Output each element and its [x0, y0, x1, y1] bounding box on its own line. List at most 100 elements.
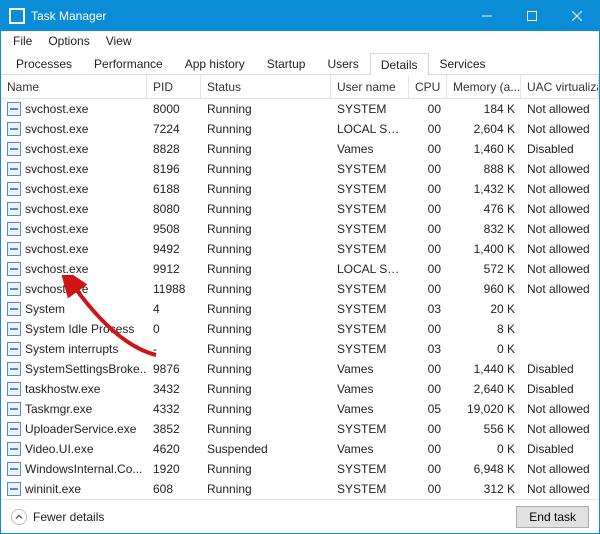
cell-uac: Not allowed: [521, 222, 599, 236]
col-pid[interactable]: PID: [147, 75, 201, 98]
table-row[interactable]: svchost.exe9492RunningSYSTEM001,400 KNot…: [1, 239, 599, 259]
cell-pid: 7224: [147, 122, 201, 136]
cell-uac: Disabled: [521, 382, 599, 396]
minimize-button[interactable]: [464, 1, 509, 31]
cell-pid: 9876: [147, 362, 201, 376]
table-row[interactable]: svchost.exe9912RunningLOCAL SE...00572 K…: [1, 259, 599, 279]
col-mem[interactable]: Memory (a...: [447, 75, 521, 98]
table-row[interactable]: System Idle Process0RunningSYSTEM008 K: [1, 319, 599, 339]
table-row[interactable]: wininit.exe608RunningSYSTEM00312 KNot al…: [1, 479, 599, 499]
cell-mem: 0 K: [447, 342, 521, 356]
table-row[interactable]: svchost.exe11988RunningSYSTEM00960 KNot …: [1, 279, 599, 299]
tab-users[interactable]: Users: [316, 52, 369, 74]
cell-name: svchost.exe: [25, 222, 88, 236]
cell-user: SYSTEM: [331, 322, 409, 336]
cell-pid: -: [147, 342, 201, 356]
col-cpu[interactable]: CPU: [409, 75, 447, 98]
table-row[interactable]: svchost.exe7224RunningLOCAL SE...002,604…: [1, 119, 599, 139]
tab-processes[interactable]: Processes: [5, 52, 83, 74]
grid-header: Name PID Status User name CPU Memory (a.…: [1, 75, 599, 99]
table-row[interactable]: WindowsInternal.Co...1920RunningSYSTEM00…: [1, 459, 599, 479]
cell-status: Running: [201, 282, 331, 296]
table-row[interactable]: svchost.exe9508RunningSYSTEM00832 KNot a…: [1, 219, 599, 239]
menu-file[interactable]: File: [5, 32, 40, 50]
table-row[interactable]: svchost.exe6188RunningSYSTEM001,432 KNot…: [1, 179, 599, 199]
process-icon: [7, 162, 21, 176]
maximize-button[interactable]: [509, 1, 554, 31]
cell-cpu: 05: [409, 402, 447, 416]
col-user[interactable]: User name: [331, 75, 409, 98]
cell-name: svchost.exe: [25, 262, 88, 276]
cell-cpu: 00: [409, 102, 447, 116]
table-row[interactable]: Taskmgr.exe4332RunningVames0519,020 KNot…: [1, 399, 599, 419]
menu-view[interactable]: View: [98, 32, 140, 50]
tab-services[interactable]: Services: [429, 52, 497, 74]
col-status[interactable]: Status: [201, 75, 331, 98]
cell-user: SYSTEM: [331, 462, 409, 476]
cell-name: svchost.exe: [25, 202, 88, 216]
cell-name: System Idle Process: [25, 322, 134, 336]
cell-status: Running: [201, 462, 331, 476]
cell-uac: Not allowed: [521, 102, 599, 116]
col-uac[interactable]: UAC virtualizat...: [521, 75, 599, 98]
cell-status: Running: [201, 482, 331, 496]
end-task-button[interactable]: End task: [516, 506, 589, 528]
cell-uac: Not allowed: [521, 182, 599, 196]
cell-user: Vames: [331, 362, 409, 376]
fewer-details-button[interactable]: Fewer details: [11, 509, 104, 525]
cell-uac: Not allowed: [521, 482, 599, 496]
cell-user: Vames: [331, 142, 409, 156]
process-icon: [7, 142, 21, 156]
close-button[interactable]: [554, 1, 599, 31]
window-controls: [464, 1, 599, 31]
table-row[interactable]: UploaderService.exe3852RunningSYSTEM0055…: [1, 419, 599, 439]
table-row[interactable]: taskhostw.exe3432RunningVames002,640 KDi…: [1, 379, 599, 399]
tab-startup[interactable]: Startup: [256, 52, 317, 74]
table-row[interactable]: SystemSettingsBroke...9876RunningVames00…: [1, 359, 599, 379]
cell-name: svchost.exe: [25, 142, 88, 156]
cell-pid: 0: [147, 322, 201, 336]
table-row[interactable]: Video.UI.exe4620SuspendedVames000 KDisab…: [1, 439, 599, 459]
fewer-details-label: Fewer details: [33, 510, 104, 524]
cell-uac: Not allowed: [521, 462, 599, 476]
table-row[interactable]: svchost.exe8080RunningSYSTEM00476 KNot a…: [1, 199, 599, 219]
cell-cpu: 00: [409, 242, 447, 256]
cell-uac: Not allowed: [521, 262, 599, 276]
cell-user: SYSTEM: [331, 222, 409, 236]
table-row[interactable]: svchost.exe8828RunningVames001,460 KDisa…: [1, 139, 599, 159]
table-row[interactable]: svchost.exe8000RunningSYSTEM00184 KNot a…: [1, 99, 599, 119]
cell-user: SYSTEM: [331, 482, 409, 496]
process-icon: [7, 262, 21, 276]
tab-app-history[interactable]: App history: [174, 52, 256, 74]
titlebar[interactable]: Task Manager: [1, 1, 599, 31]
cell-user: SYSTEM: [331, 302, 409, 316]
cell-mem: 2,640 K: [447, 382, 521, 396]
table-row[interactable]: System4RunningSYSTEM0320 K: [1, 299, 599, 319]
cell-mem: 2,604 K: [447, 122, 521, 136]
table-row[interactable]: System interrupts-RunningSYSTEM030 K: [1, 339, 599, 359]
cell-cpu: 03: [409, 302, 447, 316]
cell-pid: 8000: [147, 102, 201, 116]
cell-status: Running: [201, 262, 331, 276]
table-row[interactable]: svchost.exe8196RunningSYSTEM00888 KNot a…: [1, 159, 599, 179]
cell-pid: 6188: [147, 182, 201, 196]
cell-mem: 960 K: [447, 282, 521, 296]
tab-details[interactable]: Details: [370, 53, 429, 75]
process-icon: [7, 242, 21, 256]
col-name[interactable]: Name: [1, 75, 147, 98]
chevron-up-icon: [11, 509, 27, 525]
cell-name: svchost.exe: [25, 242, 88, 256]
cell-name: SystemSettingsBroke...: [25, 362, 147, 376]
tab-performance[interactable]: Performance: [83, 52, 174, 74]
cell-mem: 888 K: [447, 162, 521, 176]
cell-user: SYSTEM: [331, 422, 409, 436]
cell-cpu: 00: [409, 182, 447, 196]
cell-name: svchost.exe: [25, 102, 88, 116]
cell-cpu: 03: [409, 342, 447, 356]
menu-options[interactable]: Options: [40, 32, 97, 50]
task-manager-window: Task Manager File Options View Processes…: [0, 0, 600, 534]
cell-mem: 1,460 K: [447, 142, 521, 156]
cell-status: Running: [201, 162, 331, 176]
cell-pid: 4: [147, 302, 201, 316]
cell-name: Taskmgr.exe: [25, 402, 92, 416]
